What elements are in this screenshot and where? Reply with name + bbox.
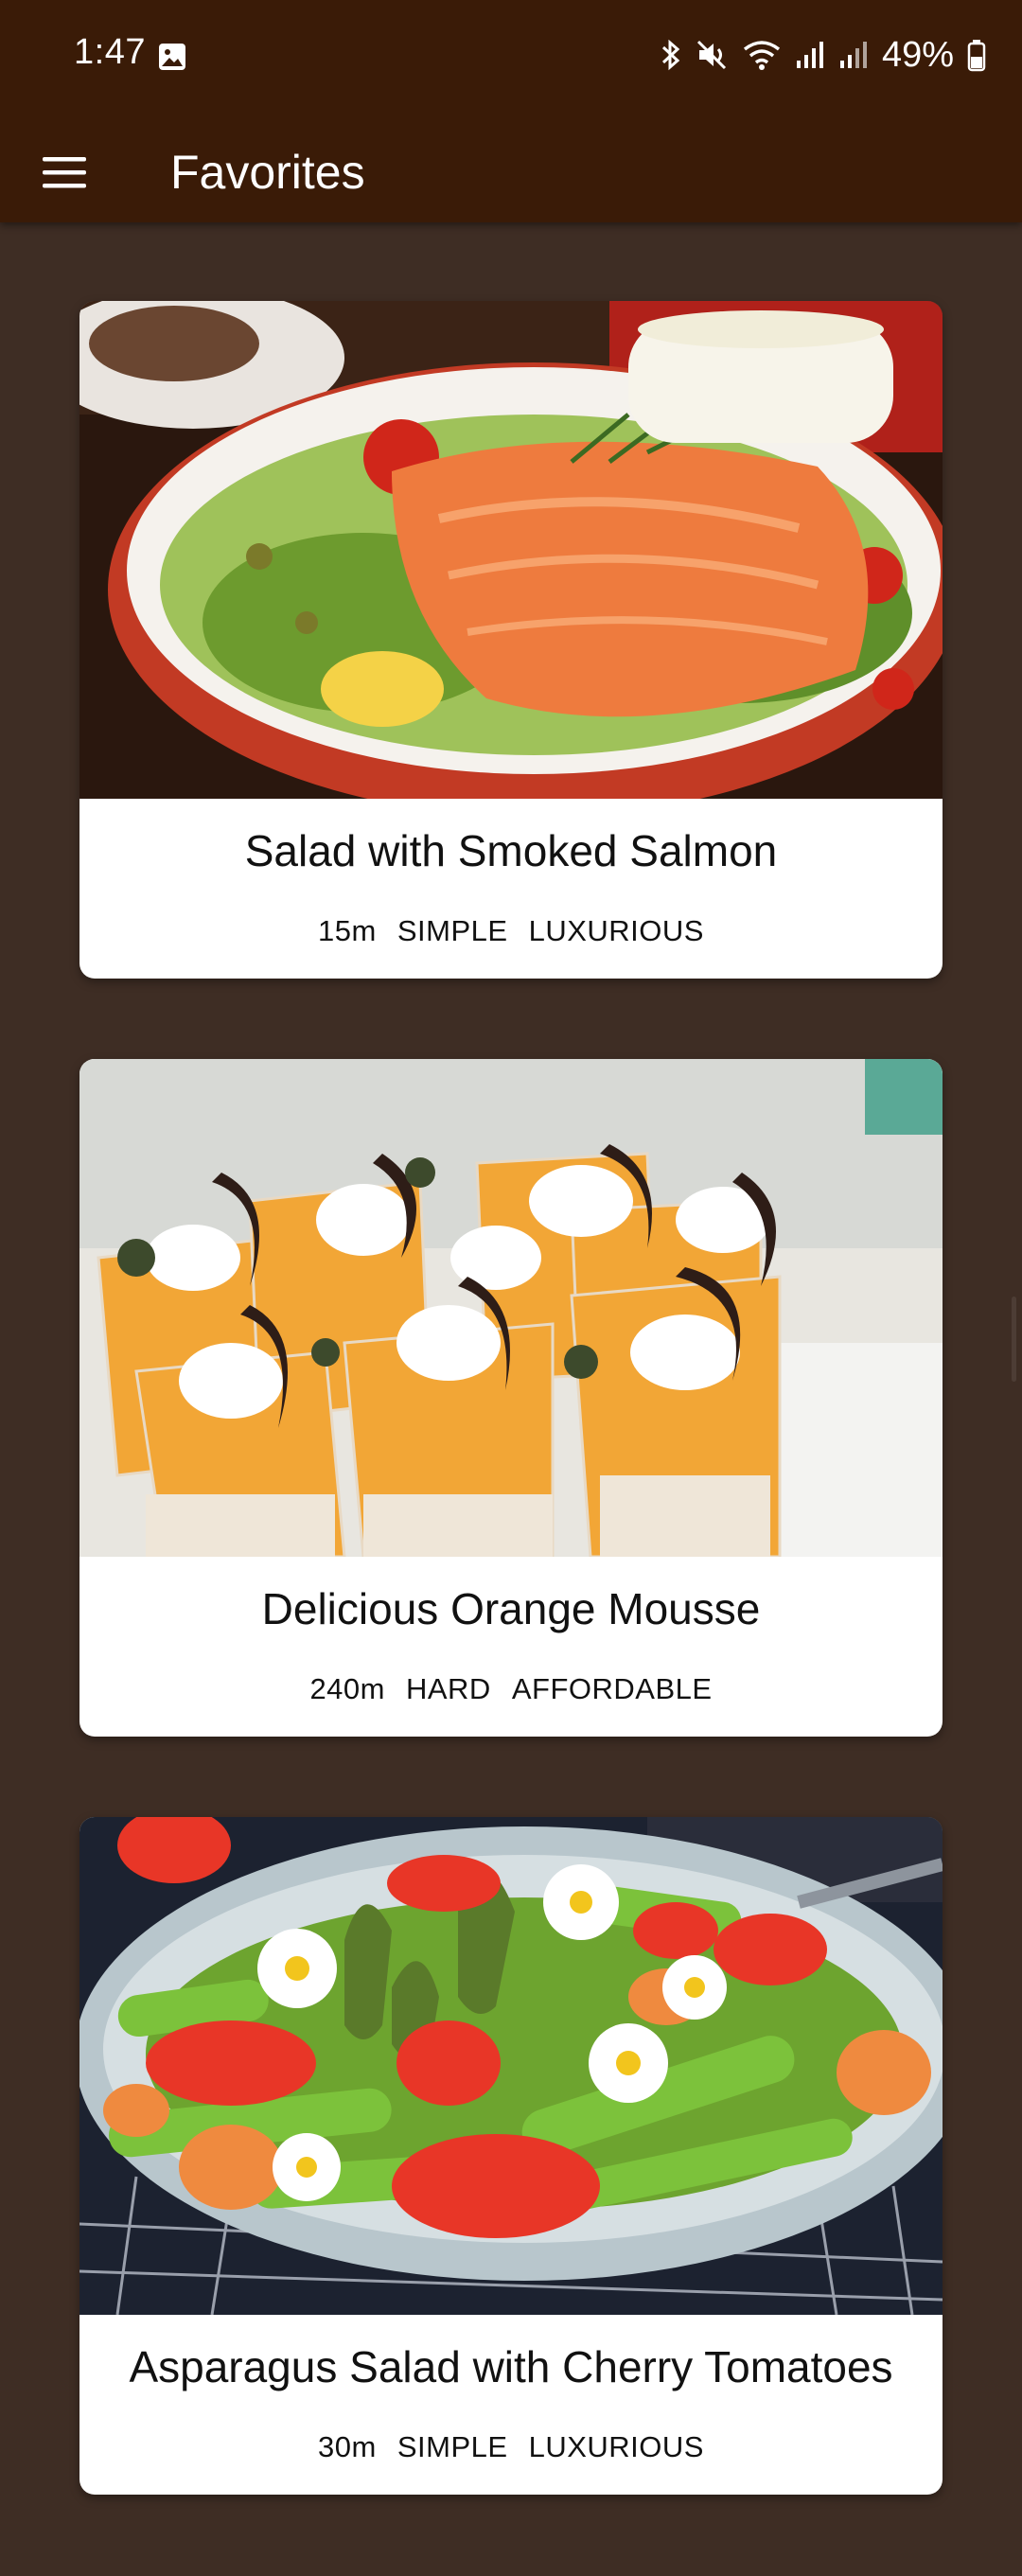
meal-title: Salad with Smoked Salmon: [244, 826, 778, 875]
status-time: 1:47: [74, 32, 146, 72]
page-title: Favorites: [170, 146, 365, 199]
meal-duration: 30m: [318, 2430, 377, 2463]
meal-title: Delicious Orange Mousse: [261, 1584, 761, 1633]
meal-card[interactable]: Delicious Orange Mousse 240m HARD AFFORD…: [79, 1059, 943, 1737]
meal-complexity: HARD: [405, 1672, 491, 1705]
image-icon: [159, 44, 185, 70]
meal-complexity: SIMPLE: [396, 2430, 508, 2463]
meal-image: [79, 301, 943, 799]
meal-card[interactable]: Salad with Smoked Salmon 15m SIMPLE LUXU…: [79, 301, 943, 979]
meal-image: [79, 1817, 943, 2315]
meal-meta: 15m SIMPLE LUXURIOUS: [79, 914, 943, 948]
meal-duration: 240m: [309, 1672, 385, 1705]
wifi-icon: [743, 41, 781, 70]
meal-title: Asparagus Salad with Cherry Tomatoes: [129, 2342, 893, 2391]
meal-affordability: LUXURIOUS: [528, 914, 704, 947]
top-app-bar: 1:47 49% Favorites: [0, 0, 1022, 222]
bluetooth-icon: [661, 39, 680, 71]
battery-icon: [967, 40, 986, 72]
app-bar: Favorites: [0, 114, 1022, 222]
battery-percent: 49%: [881, 34, 954, 75]
menu-button[interactable]: [26, 134, 102, 210]
meal-affordability: LUXURIOUS: [528, 2430, 704, 2463]
meal-affordability: AFFORDABLE: [511, 1672, 713, 1705]
signal-2-icon: [839, 42, 867, 68]
mute-icon: [696, 40, 726, 70]
meal-card[interactable]: Asparagus Salad with Cherry Tomatoes 30m…: [79, 1817, 943, 2495]
status-bar: 1:47 49%: [0, 0, 1022, 114]
status-icons: 49%: [659, 32, 986, 78]
scrollbar[interactable]: [1012, 1297, 1016, 1382]
meal-meta: 30m SIMPLE LUXURIOUS: [79, 2430, 943, 2464]
meal-meta: 240m HARD AFFORDABLE: [79, 1672, 943, 1706]
meal-list: Salad with Smoked Salmon 15m SIMPLE LUXU…: [79, 301, 943, 2575]
signal-icon: [796, 42, 823, 68]
meal-duration: 15m: [318, 914, 377, 947]
meal-image: [79, 1059, 943, 1557]
menu-icon: [43, 157, 86, 188]
meal-complexity: SIMPLE: [396, 914, 508, 947]
